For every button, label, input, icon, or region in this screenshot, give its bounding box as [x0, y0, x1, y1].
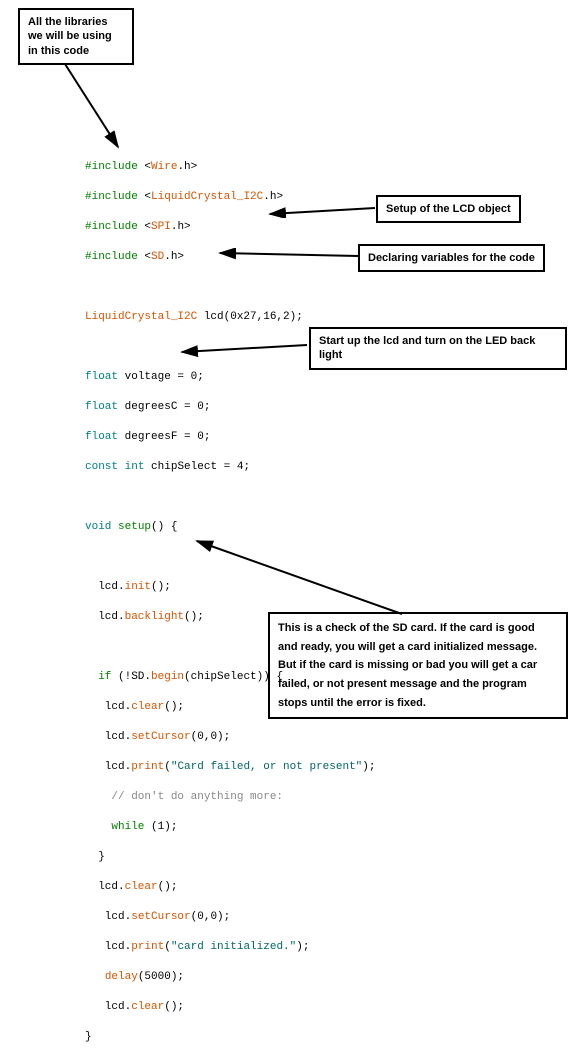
code-line-cursor2: lcd.setCursor(0,0);: [85, 910, 375, 925]
code-line-include-spi: #include <SPI.h>: [85, 220, 375, 235]
callout-libraries: All the libraries we will be using in th…: [18, 8, 134, 65]
code-line-delay: delay(5000);: [85, 970, 375, 985]
code-line-lcd-object: LiquidCrystal_I2C lcd(0x27,16,2);: [85, 310, 375, 325]
code-line-if: if (!SD.begin(chipSelect)) {: [85, 670, 375, 685]
code-line-cursor1: lcd.setCursor(0,0);: [85, 730, 375, 745]
arrow-libraries: [60, 62, 130, 156]
code-line-include-wire: #include <Wire.h>: [85, 160, 375, 175]
code-line-close-setup: }: [85, 1030, 375, 1045]
code-line-close-if: }: [85, 850, 375, 865]
code-line-clear2: lcd.clear();: [85, 880, 375, 895]
code-line-print-failed: lcd.print("Card failed, or not present")…: [85, 760, 375, 775]
code-line-lcd-init: lcd.init();: [85, 580, 375, 595]
code-line-chipselect: const int chipSelect = 4;: [85, 460, 375, 475]
code-line-include-sd: #include <SD.h>: [85, 250, 375, 265]
code-line-setup: void setup() {: [85, 520, 375, 535]
callout-variables: Declaring variables for the code: [358, 244, 545, 272]
code-line-comment: // don't do anything more:: [85, 790, 375, 805]
code-line-include-lcd: #include <LiquidCrystal_I2C.h>: [85, 190, 375, 205]
code-line-print-init: lcd.print("card initialized.");: [85, 940, 375, 955]
code-line-while: while (1);: [85, 820, 375, 835]
code-block: #include <Wire.h> #include <LiquidCrysta…: [85, 145, 375, 1060]
code-line-voltage: float voltage = 0;: [85, 370, 375, 385]
code-line-clear1: lcd.clear();: [85, 700, 375, 715]
code-line-degreesc: float degreesC = 0;: [85, 400, 375, 415]
code-line-lcd-backlight: lcd.backlight();: [85, 610, 375, 625]
callout-lcd-setup: Setup of the LCD object: [376, 195, 521, 223]
code-line-clear3: lcd.clear();: [85, 1000, 375, 1015]
code-line-degreesf: float degreesF = 0;: [85, 430, 375, 445]
